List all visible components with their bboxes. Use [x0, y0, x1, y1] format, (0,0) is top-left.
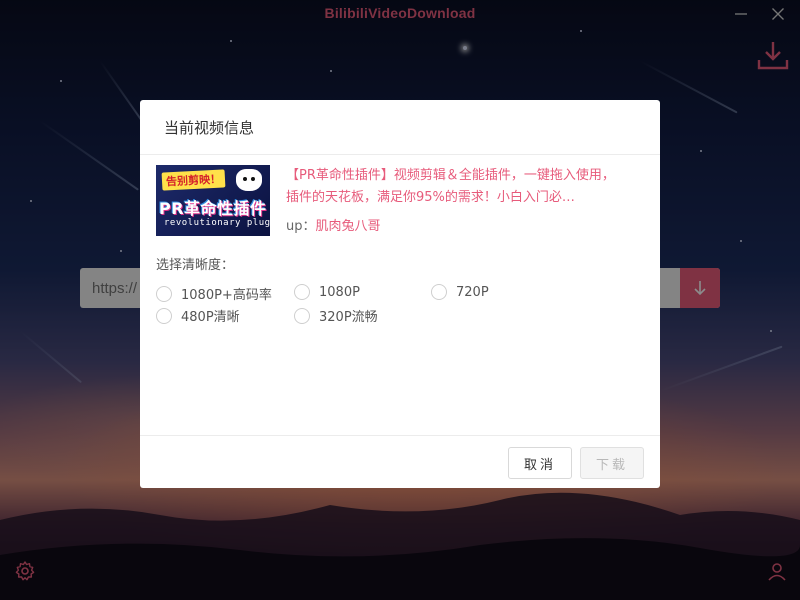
- thumbnail-sub-text: revolutionary plugin: [164, 218, 270, 228]
- video-title: 【PR革命性插件】视频剪辑＆全能插件，一键拖入使用，插件的天花板，满足你95%的…: [286, 168, 615, 205]
- quality-label: 选择清晰度：: [156, 258, 235, 273]
- radio-circle[interactable]: [294, 307, 310, 324]
- dialog-footer: 取消 下载: [140, 435, 660, 488]
- video-info-dialog: 当前视频信息 告别剪映！ PR革命性插件 revolutionary plugi…: [140, 100, 660, 488]
- cancel-button[interactable]: 取消: [508, 447, 572, 479]
- download-button[interactable]: 下载: [580, 447, 644, 479]
- quality-option-label: 1080P: [319, 284, 360, 300]
- radio-circle[interactable]: [294, 284, 310, 300]
- mascot-icon: [236, 169, 262, 191]
- video-thumbnail: 告别剪映！ PR革命性插件 revolutionary plugin: [156, 165, 270, 236]
- quality-option-720p[interactable]: 720P: [431, 284, 489, 300]
- dialog-header: 当前视频信息: [140, 100, 660, 155]
- quality-option-label: 320P流畅: [319, 310, 378, 325]
- quality-option-1080p[interactable]: 1080P: [294, 284, 360, 300]
- quality-option-label: 480P清晰: [181, 310, 240, 325]
- thumbnail-main-text: PR革命性插件: [159, 199, 267, 218]
- quality-option-1080p-plus[interactable]: 1080P+高码率: [156, 284, 272, 303]
- radio-circle[interactable]: [156, 307, 172, 324]
- uploader-line: up：肌肉兔八哥: [286, 215, 381, 234]
- radio-circle[interactable]: [431, 284, 447, 300]
- thumbnail-top-text: 告别剪映！: [161, 169, 226, 191]
- dialog-body: 告别剪映！ PR革命性插件 revolutionary plugin 【PR革命…: [140, 155, 660, 435]
- uploader-name: 肌肉兔八哥: [315, 219, 381, 234]
- uploader-label: up：: [286, 219, 316, 234]
- radio-circle[interactable]: [156, 285, 172, 302]
- quality-option-320p[interactable]: 320P流畅: [294, 306, 378, 325]
- dialog-title: 当前视频信息: [164, 118, 255, 137]
- quality-option-label: 1080P+高码率: [181, 288, 272, 303]
- quality-option-label: 720P: [456, 284, 489, 300]
- quality-option-480p[interactable]: 480P清晰: [156, 306, 240, 325]
